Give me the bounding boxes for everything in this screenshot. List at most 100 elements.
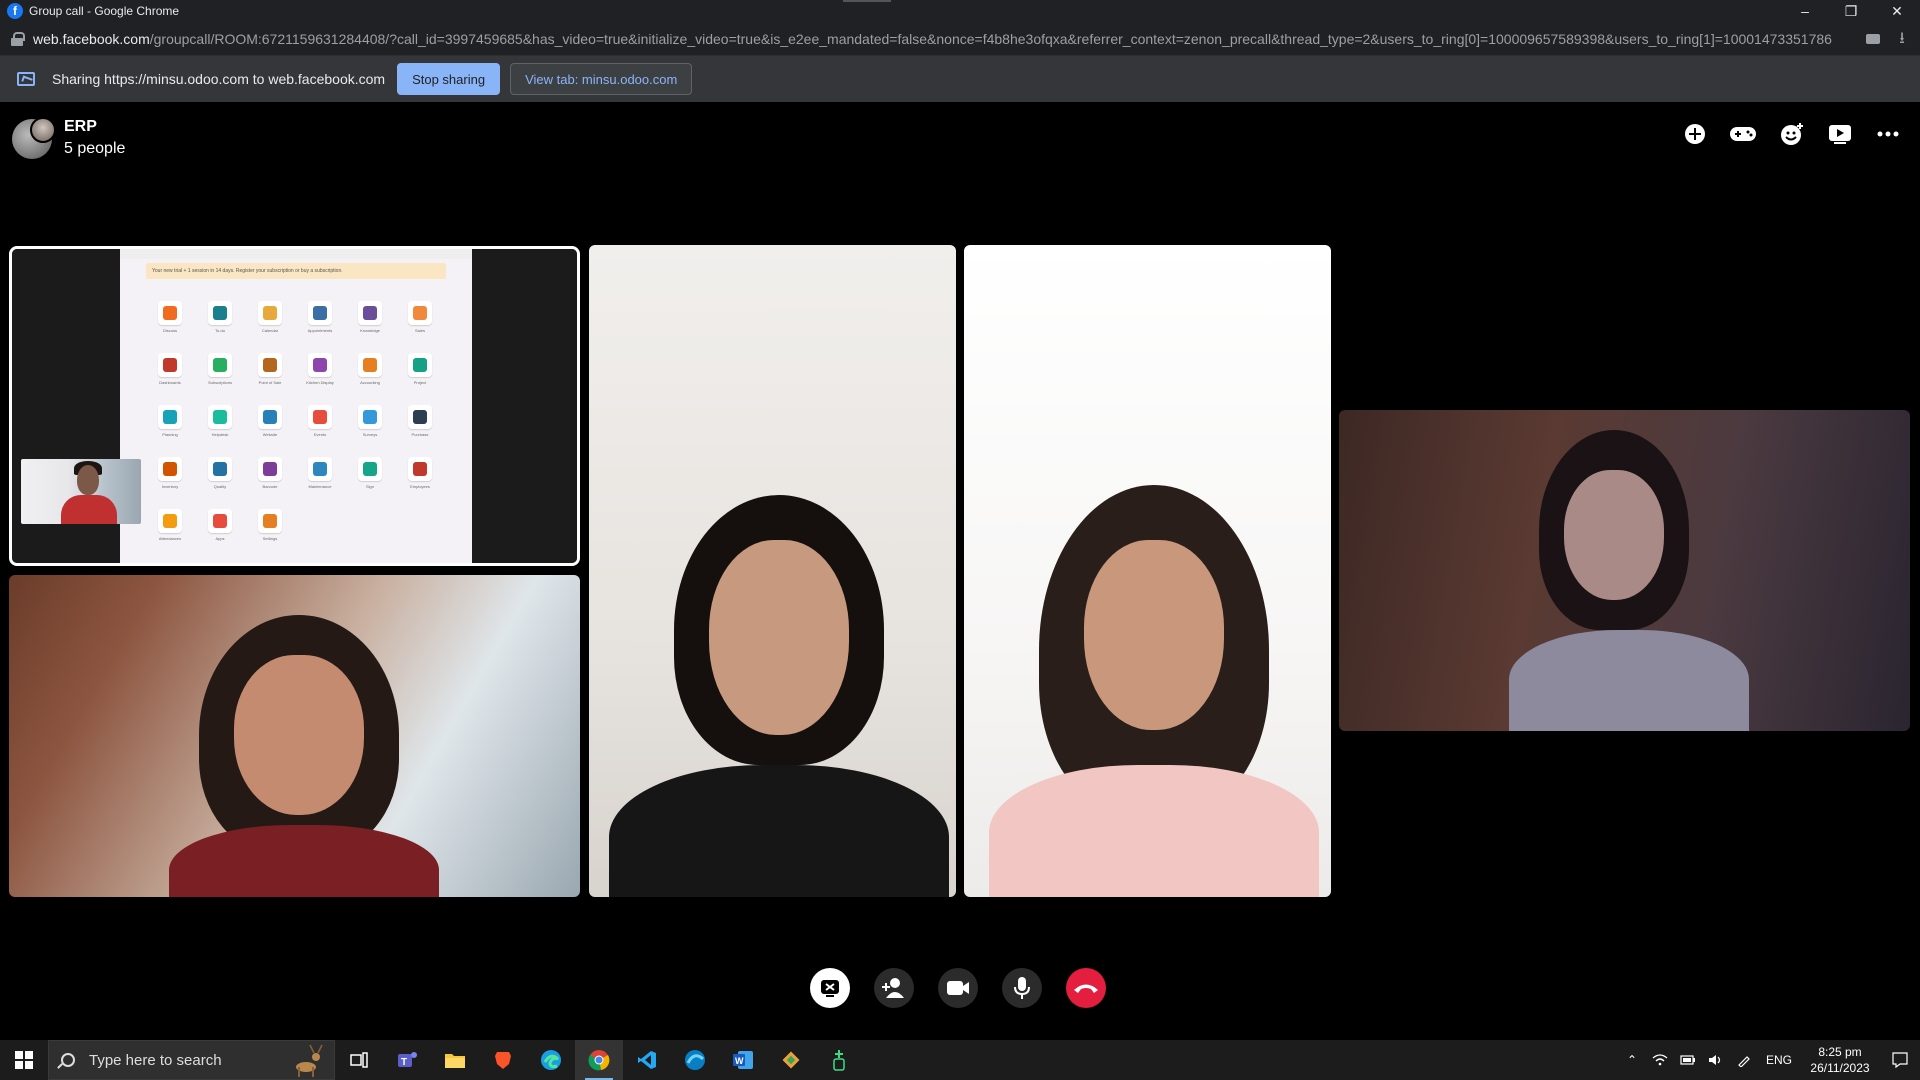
add-circle-icon[interactable] — [1679, 118, 1711, 150]
show-hidden-icons-chevron-icon[interactable]: ⌃ — [1621, 1040, 1643, 1080]
tool-plus-icon — [833, 1050, 845, 1071]
odoo-app-label: Barcode — [262, 484, 278, 489]
clock-date: 26/11/2023 — [1810, 1061, 1870, 1075]
camera-button[interactable] — [938, 968, 978, 1008]
odoo-app-icon — [208, 405, 232, 429]
taskbar-search[interactable]: Type here to search — [48, 1040, 335, 1080]
pen-ink-icon[interactable] — [1733, 1040, 1755, 1080]
odoo-app-icon — [158, 301, 182, 325]
odoo-app-icon — [208, 509, 232, 533]
odoo-app-icon — [258, 457, 282, 481]
task-view-button[interactable] — [335, 1040, 383, 1080]
url-host: web.facebook.com — [33, 30, 150, 47]
odoo-app-tile: Calendar — [245, 301, 295, 333]
end-call-button[interactable] — [1066, 968, 1106, 1008]
odoo-app-label: Purchase — [411, 432, 429, 437]
participant-4-shirt — [1509, 630, 1749, 731]
android-tool-app[interactable] — [815, 1040, 863, 1080]
gamepad-icon[interactable] — [1727, 118, 1759, 150]
odoo-app-label: Maintenance — [308, 484, 332, 489]
url-text[interactable]: web.facebook.com/groupcall/ROOM:67211596… — [33, 31, 1833, 47]
notification-center-icon[interactable] — [1880, 1040, 1920, 1080]
browser-titlebar: f Group call - Google Chrome – ❐ ✕ — [0, 0, 1920, 22]
call-controls — [810, 968, 1106, 1012]
group-avatar[interactable] — [12, 117, 56, 159]
add-person-button[interactable] — [874, 968, 914, 1008]
close-icon[interactable]: ✕ — [1874, 0, 1920, 22]
microphone-button[interactable] — [1002, 968, 1042, 1008]
brave-app[interactable] — [479, 1040, 527, 1080]
odoo-app-icon — [408, 457, 432, 481]
task-view-icon — [350, 1052, 368, 1068]
effects-emoji-icon[interactable] — [1776, 118, 1808, 150]
participant-video-1[interactable] — [9, 575, 580, 897]
odoo-app-icon — [158, 457, 182, 481]
odoo-app-label: Inventory — [161, 484, 179, 489]
lock-icon[interactable] — [11, 31, 25, 46]
odoo-app-label: Sales — [414, 328, 425, 333]
url-path: /groupcall/ROOM:6721159631284408/?call_i… — [149, 30, 1833, 47]
search-placeholder: Type here to search — [89, 1051, 222, 1069]
shared-screen-tile[interactable]: Your new trial + 1 session in 14 days. R… — [9, 246, 580, 566]
participant-video-3[interactable] — [964, 245, 1331, 897]
odoo-app-tile: Events — [295, 405, 345, 437]
chrome-app[interactable] — [575, 1040, 623, 1080]
search-highlight-deer-icon — [296, 1044, 323, 1077]
clock[interactable]: 8:25 pm 26/11/2023 — [1800, 1044, 1880, 1076]
download-icon[interactable]: ⭳ — [1894, 30, 1910, 48]
trial-banner: Your new trial + 1 session in 14 days. R… — [146, 263, 446, 279]
volume-icon[interactable] — [1705, 1040, 1727, 1080]
edge-app[interactable] — [527, 1040, 575, 1080]
windows-logo-icon — [15, 1051, 33, 1069]
odoo-app-icon — [308, 457, 332, 481]
battery-icon[interactable] — [1677, 1040, 1699, 1080]
stop-screen-share-button[interactable] — [810, 968, 850, 1008]
restore-icon[interactable]: ❐ — [1828, 0, 1874, 22]
odoo-app-tile: Point of Sale — [245, 353, 295, 385]
participant-3-shirt — [989, 765, 1319, 897]
camera-in-use-icon[interactable] — [1866, 34, 1880, 44]
address-bar[interactable]: web.facebook.com/groupcall/ROOM:67211596… — [0, 22, 1920, 56]
odoo-app-tile: Website — [245, 405, 295, 437]
odoo-app-label: Project — [413, 380, 427, 385]
self-view-thumbnail[interactable] — [21, 459, 141, 524]
odoo-app-label: To-do — [214, 328, 225, 333]
vscode-icon — [638, 1051, 656, 1069]
git-kraken-app[interactable] — [767, 1040, 815, 1080]
call-header: ERP 5 people — [0, 102, 1920, 172]
clock-time: 8:25 pm — [1818, 1045, 1862, 1059]
odoo-app-label: Knowledge — [360, 328, 380, 333]
view-tab-button[interactable]: View tab: minsu.odoo.com — [510, 63, 693, 95]
screen-sharing-bar: Sharing https://minsu.odoo.com to web.fa… — [0, 56, 1920, 102]
participant-1-shirt — [169, 825, 439, 897]
minimize-icon[interactable]: – — [1782, 0, 1828, 22]
participant-video-4[interactable] — [1339, 410, 1910, 731]
folder-icon — [445, 1054, 465, 1068]
file-explorer-app[interactable] — [431, 1040, 479, 1080]
more-options-icon[interactable] — [1872, 118, 1904, 150]
odoo-app-label: Planning — [162, 432, 178, 437]
word-app[interactable]: W — [719, 1040, 767, 1080]
participant-video-2[interactable] — [589, 245, 956, 897]
odoo-app-grid: Discuss To-do Calendar Appointments Knowledg… — [145, 301, 445, 541]
edge-beta-app[interactable] — [671, 1040, 719, 1080]
teams-app[interactable]: T — [383, 1040, 431, 1080]
watch-together-icon[interactable] — [1824, 118, 1856, 150]
svg-text:T: T — [401, 1057, 407, 1068]
odoo-app-tile: Settings — [245, 509, 295, 541]
stop-sharing-button[interactable]: Stop sharing — [397, 63, 501, 95]
odoo-app-label: Website — [262, 432, 278, 437]
odoo-app-tile: Attendances — [145, 509, 195, 541]
odoo-app-icon — [358, 301, 382, 325]
odoo-app-tile: Sign — [345, 457, 395, 489]
odoo-app-icon — [158, 405, 182, 429]
windows-start-button[interactable] — [0, 1040, 48, 1080]
wifi-icon[interactable] — [1649, 1040, 1671, 1080]
odoo-app-label: Attendances — [158, 536, 182, 541]
pip-body — [61, 495, 117, 524]
odoo-app-icon — [408, 353, 432, 377]
odoo-app-label: Calendar — [261, 328, 279, 333]
vscode-app[interactable] — [623, 1040, 671, 1080]
input-language[interactable]: ENG — [1766, 1053, 1792, 1067]
odoo-app-icon — [208, 301, 232, 325]
